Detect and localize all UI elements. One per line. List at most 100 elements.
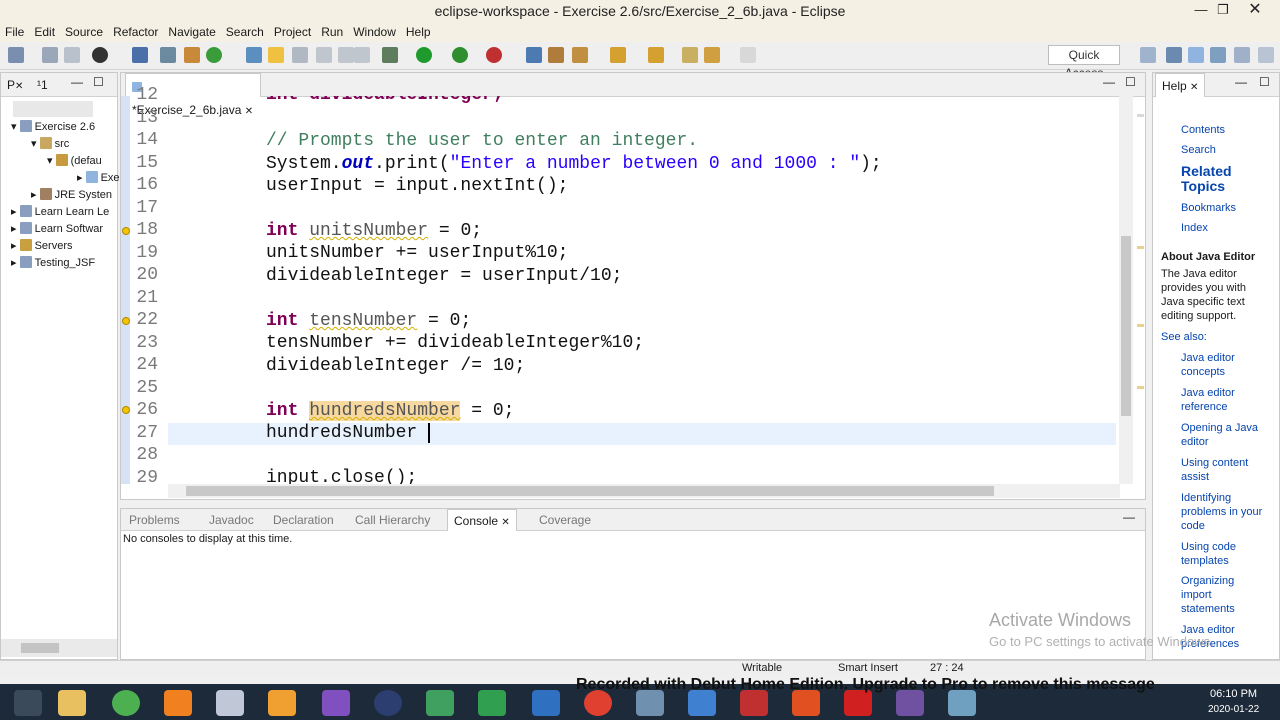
coverage-icon[interactable] [452,47,468,63]
block-select-icon[interactable] [316,47,332,63]
scrollbar-thumb[interactable] [186,486,994,496]
tree-item-jre[interactable]: ▸ JRE Systen [31,187,112,204]
whitespace-icon[interactable] [338,47,354,63]
menu-navigate[interactable]: Navigate [163,22,220,42]
tree-item-default-package[interactable]: ▾ (defau [47,153,102,170]
maximize-editor-icon[interactable]: ☐ [1125,75,1136,89]
tab-problems[interactable]: Problems [123,509,186,533]
menu-window[interactable]: Window [348,22,401,42]
help-link-index[interactable]: Index [1181,221,1208,235]
skip-breakpoints-icon[interactable] [160,47,176,63]
warning-icon[interactable] [122,227,130,235]
save-icon[interactable] [42,47,58,63]
ruler-mark[interactable] [1137,324,1144,327]
overview-ruler[interactable] [1135,96,1145,396]
close-tab-icon[interactable]: ✕ [1190,82,1198,93]
help-link-editor-reference[interactable]: Java editor reference [1181,386,1267,414]
toggle-icon[interactable] [292,47,308,63]
tab-type-hierarchy[interactable]: ¹1 [31,73,54,97]
menu-help[interactable]: Help [401,22,436,42]
minimize-view-icon[interactable]: — [71,75,83,89]
forward-icon[interactable] [740,47,756,63]
menu-search[interactable]: Search [221,22,269,42]
back-icon[interactable] [704,47,720,63]
debug-icon[interactable] [382,47,398,63]
help-link-bookmarks[interactable]: Bookmarks [1181,201,1236,215]
refresh-icon[interactable] [206,47,222,63]
tree-item-exercise-2-6[interactable]: ▾ Exercise 2.6 [11,119,95,136]
minimize-help-icon[interactable]: — [1235,75,1247,89]
ruler-mark[interactable] [1137,386,1144,389]
help-link-search[interactable]: Search [1181,143,1216,157]
help-link-identifying-problems[interactable]: Identifying problems in your code [1181,491,1267,533]
app-icon[interactable] [532,690,560,716]
open-folder-icon[interactable] [548,47,564,63]
editor-horizontal-scrollbar[interactable] [168,484,1120,498]
tab-call-hierarchy[interactable]: Call Hierarchy [349,509,436,533]
app-icon[interactable] [112,690,140,716]
app-icon[interactable] [216,690,244,716]
menu-project[interactable]: Project [269,22,316,42]
tree-item-java-file[interactable]: ▸ Exe [77,170,120,187]
git-perspective-icon[interactable] [1234,47,1250,63]
tree-item-learn-software[interactable]: ▸ Learn Softwar [11,221,103,238]
help-link-opening-editor[interactable]: Opening a Java editor [1181,421,1267,449]
external-tools-icon[interactable] [486,47,502,63]
scrollbar-thumb[interactable] [21,643,59,653]
maximize-button[interactable]: ❐ [1208,0,1238,22]
menu-source[interactable]: Source [60,22,108,42]
tree-item-servers[interactable]: ▸ Servers [11,238,72,255]
close-tab-icon[interactable]: ✕ [501,517,509,528]
maximize-view-icon[interactable]: ☐ [93,75,104,89]
help-link-related-topics[interactable]: Related Topics [1181,164,1271,194]
perspective-open-icon[interactable] [1140,47,1156,63]
prev-annotation-icon[interactable] [648,47,664,63]
ruler-mark[interactable] [1137,246,1144,249]
app-icon[interactable] [426,690,454,716]
close-button[interactable]: ✕ [1240,0,1270,22]
warning-icon[interactable] [122,406,130,414]
java-perspective-icon[interactable] [1188,47,1204,63]
open-type-icon[interactable] [246,47,262,63]
file-explorer-icon[interactable] [58,690,86,716]
vlc-icon[interactable] [164,690,192,716]
app-icon[interactable] [478,690,506,716]
help-link-organizing-imports[interactable]: Organizing import statements [1181,574,1267,616]
help-link-code-templates[interactable]: Using code templates [1181,540,1267,568]
tree-item-learn-learn[interactable]: ▸ Learn Learn Le [11,204,109,221]
tab-console[interactable]: Console ✕ [447,509,517,531]
team-perspective-icon[interactable] [1258,47,1274,63]
search-tool-icon[interactable] [572,47,588,63]
menu-file[interactable]: File [0,22,29,42]
highlight-icon[interactable] [268,47,284,63]
maximize-help-icon[interactable]: ☐ [1259,75,1270,89]
menu-edit[interactable]: Edit [29,22,60,42]
new-java-project-icon[interactable] [526,47,542,63]
minimize-editor-icon[interactable]: — [1103,75,1115,89]
run-icon[interactable] [416,47,432,63]
next-annotation-icon[interactable] [610,47,626,63]
minimize-panel-icon[interactable]: — [1123,510,1135,524]
build-icon[interactable] [184,47,200,63]
console-icon[interactable] [132,47,148,63]
save-all-icon[interactable] [64,47,80,63]
debug-perspective-icon[interactable] [92,47,108,63]
jee-perspective-icon[interactable] [1166,47,1182,63]
debug-perspective-switch-icon[interactable] [1210,47,1226,63]
tree-item-testing-jsf[interactable]: ▸ Testing_JSF [11,255,95,272]
vertical-scrollbar[interactable] [1119,96,1133,484]
menu-run[interactable]: Run [316,22,348,42]
media-icon[interactable] [268,690,296,716]
last-edit-icon[interactable] [682,47,698,63]
help-link-content-assist[interactable]: Using content assist [1181,456,1267,484]
quick-access-field[interactable]: Quick Access [1048,45,1120,80]
menu-refactor[interactable]: Refactor [108,22,163,42]
eclipse-icon[interactable] [374,690,402,716]
warning-icon[interactable] [122,317,130,325]
tab-declaration[interactable]: Declaration [267,509,340,533]
start-icon[interactable] [14,690,42,716]
visual-studio-icon[interactable] [322,690,350,716]
scrollbar-thumb[interactable] [1121,236,1131,416]
new-icon[interactable] [8,47,24,63]
help-link-editor-concepts[interactable]: Java editor concepts [1181,351,1267,379]
